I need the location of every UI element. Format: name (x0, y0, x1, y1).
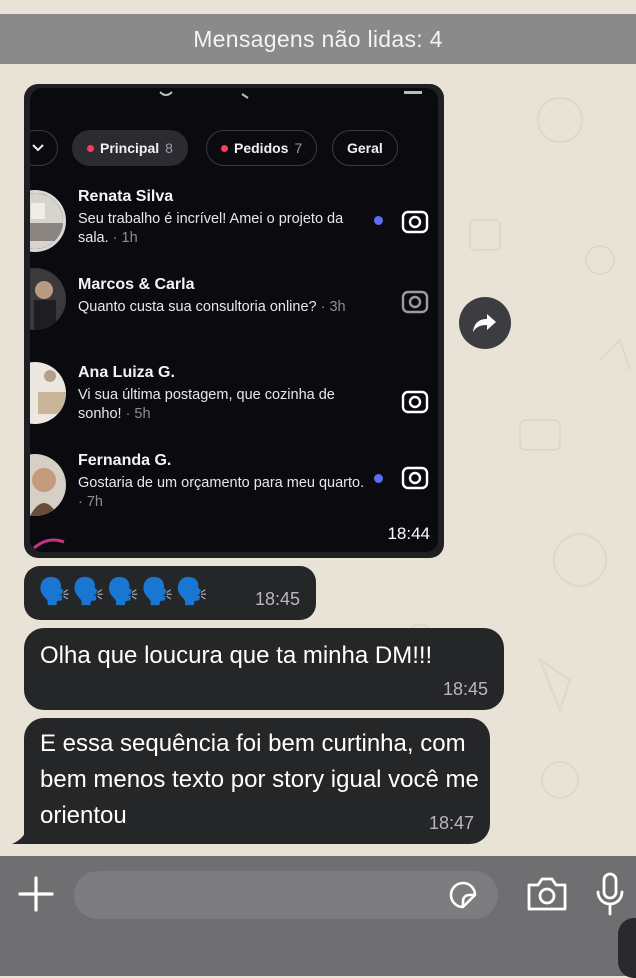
message-time: 18:44 (387, 524, 430, 543)
camera-icon (401, 466, 429, 490)
contact-name: Fernanda G. (78, 452, 172, 469)
camera-icon (401, 210, 429, 234)
message-preview: Vi sua última postagem, que cozinha de s… (78, 387, 335, 422)
avatar-living-room (30, 190, 66, 252)
message-preview: Gostaria de um orçamento para meu quarto… (78, 475, 365, 510)
emoji-text: 🗣️🗣️🗣️🗣️🗣️ (38, 576, 210, 606)
overlay-widget[interactable] (618, 918, 636, 978)
message-preview: Seu trabalho é incrível! Amei o projeto … (78, 211, 344, 246)
tab-geral: Geral (332, 130, 398, 166)
chevron-down-icon (32, 144, 44, 152)
camera-icon (401, 290, 429, 314)
unread-messages-banner: Mensagens não lidas: 4 (0, 14, 636, 64)
contact-name: Renata Silva (78, 188, 174, 205)
message-text: E essa sequência foi bem curtinha, com b… (40, 730, 479, 829)
share-arrow-icon (473, 314, 496, 332)
microphone-icon[interactable] (594, 872, 626, 916)
dot-icon (87, 144, 94, 152)
tab-label: Principal (100, 140, 160, 156)
tab-label: Pedidos (234, 140, 289, 156)
avatar-couple (30, 268, 66, 330)
tab-count: 7 (294, 140, 303, 156)
tab-label: Geral (347, 140, 383, 156)
dm-inbox-screenshot: Principal 8 Pedidos 7 Geral Renata Silva… (30, 88, 438, 552)
message-time: 18:45 (442, 679, 488, 699)
emoji-message[interactable]: 🗣️🗣️🗣️🗣️🗣️ 18:45 (24, 566, 316, 620)
camera-icon[interactable] (526, 875, 568, 913)
contact-name: Ana Luiza G. (78, 364, 175, 381)
status-bar-partial (159, 91, 422, 99)
filter-dropdown (30, 130, 58, 166)
unread-indicator (374, 216, 383, 225)
tab-count: 8 (165, 140, 173, 156)
unread-indicator (374, 474, 383, 483)
contact-name: Marcos & Carla (78, 276, 195, 293)
text-message[interactable]: Olha que loucura que ta minha DM!!! 18:4… (24, 628, 504, 710)
message-input[interactable] (74, 871, 498, 919)
message-time: 18:45 (254, 589, 300, 609)
forward-button[interactable] (459, 297, 511, 349)
story-ring-partial (33, 538, 65, 550)
plus-icon[interactable] (16, 874, 56, 914)
message-time: 18:47 (428, 813, 474, 833)
avatar-woman (30, 454, 66, 516)
tab-principal: Principal 8 (72, 130, 188, 166)
avatar-kitchen (30, 362, 66, 424)
image-message[interactable]: Principal 8 Pedidos 7 Geral Renata Silva… (24, 84, 444, 558)
sticker-icon[interactable] (447, 879, 479, 911)
text-message[interactable]: E essa sequência foi bem curtinha, com b… (24, 718, 490, 844)
message-preview: Quanto custa sua consultoria online? · 3… (78, 299, 346, 315)
dot-icon (221, 144, 228, 152)
tab-pedidos: Pedidos 7 (206, 130, 318, 166)
bubble-tail (12, 824, 32, 844)
camera-icon (401, 390, 429, 414)
message-text: Olha que loucura que ta minha DM!!! (40, 642, 433, 669)
